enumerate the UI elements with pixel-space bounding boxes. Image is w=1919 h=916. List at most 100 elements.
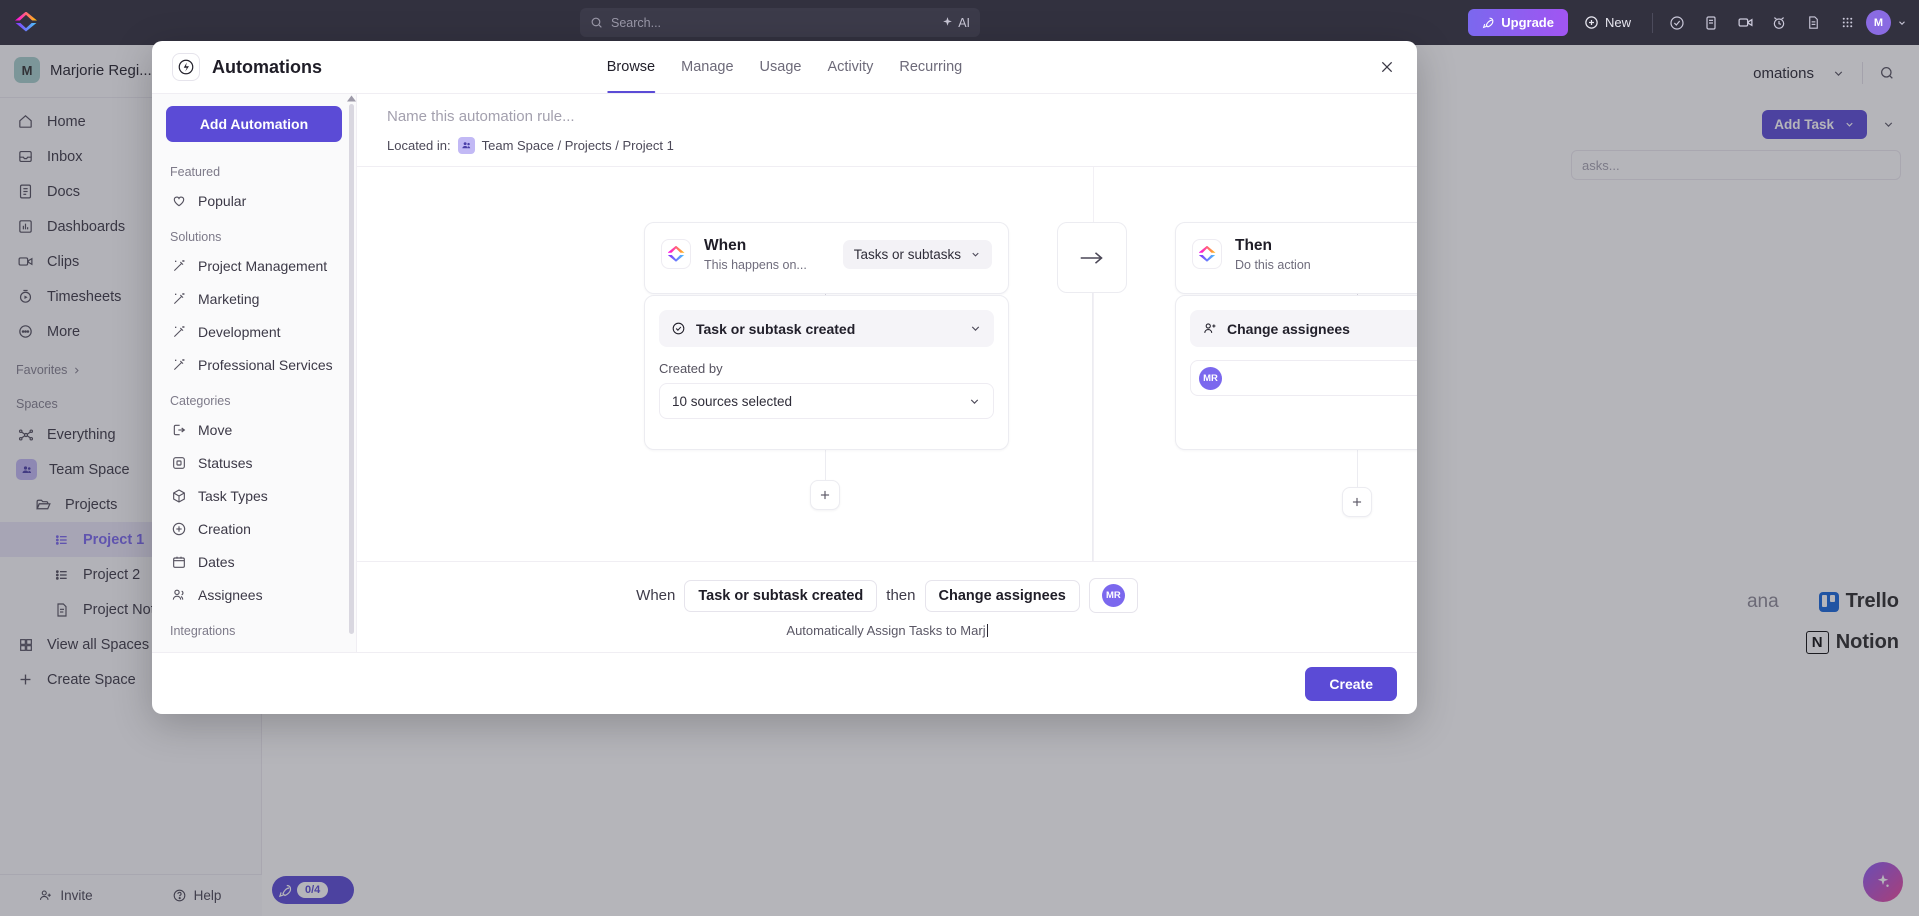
nav-item-task-types[interactable]: Task Types <box>152 479 356 512</box>
when-scope-label: Tasks or subtasks <box>853 246 961 262</box>
check-circle-icon[interactable] <box>1662 8 1692 38</box>
rule-location: Located in: Team Space / Projects / Proj… <box>387 137 1397 154</box>
rule-description-input[interactable]: Automatically Assign Tasks to Marj <box>786 623 988 638</box>
magic-wand-icon <box>170 290 187 307</box>
then-action-card[interactable]: Then Do this action <box>1175 222 1417 294</box>
bugsnag-icon <box>170 651 187 652</box>
add-action-button[interactable] <box>1342 487 1372 517</box>
assignee-select[interactable]: MR <box>1190 360 1417 396</box>
summary-action-chip[interactable]: Change assignees <box>924 579 1080 612</box>
upgrade-label: Upgrade <box>1501 15 1554 30</box>
nav-item-professional-services[interactable]: Professional Services <box>152 348 356 381</box>
add-condition-button[interactable] <box>810 480 840 510</box>
summary-assignee-chip[interactable]: MR <box>1088 578 1138 613</box>
tab-manage[interactable]: Manage <box>681 41 733 93</box>
when-trigger-card[interactable]: When This happens on... Tasks or subtask… <box>644 222 1009 294</box>
close-icon[interactable] <box>1375 55 1399 79</box>
rule-header: Name this automation rule... Located in:… <box>357 94 1417 167</box>
tab-activity[interactable]: Activity <box>827 41 873 93</box>
rocket-icon <box>1482 16 1495 29</box>
person-add-icon <box>1202 321 1217 336</box>
summary-then-word: then <box>886 587 916 604</box>
avatar: MR <box>1101 584 1125 607</box>
nav-item-label: Project Management <box>198 257 328 274</box>
summary-row: When Task or subtask created then Change… <box>636 578 1138 613</box>
nav-item-label: Statuses <box>198 454 253 471</box>
ai-button[interactable]: AI <box>941 16 970 30</box>
scroll-up-arrow-icon[interactable] <box>347 95 356 104</box>
nav-item-assignees[interactable]: Assignees <box>152 578 356 611</box>
nav-item-label: Creation <box>198 520 251 537</box>
summary-when-word: When <box>636 587 676 604</box>
nav-item-statuses[interactable]: Statuses <box>152 446 356 479</box>
tab-recurring[interactable]: Recurring <box>899 41 962 93</box>
trigger-select[interactable]: Task or subtask created <box>659 310 994 347</box>
nav-item-move[interactable]: Move <box>152 413 356 446</box>
ai-label: AI <box>958 15 970 30</box>
clickup-icon <box>1192 239 1222 270</box>
nav-item-popular[interactable]: Popular <box>152 184 356 217</box>
sparkle-icon <box>941 16 954 29</box>
calendar-icon <box>170 553 187 570</box>
trigger-label: Task or subtask created <box>696 320 856 337</box>
nav-item-marketing[interactable]: Marketing <box>152 282 356 315</box>
automation-canvas: When This happens on... Tasks or subtask… <box>357 167 1417 561</box>
rule-name-input[interactable]: Name this automation rule... <box>387 108 1397 125</box>
app-root: Search... AI Upgrade New M M Marjorie Re… <box>0 0 1919 916</box>
located-in-path[interactable]: Team Space / Projects / Project 1 <box>482 138 674 153</box>
nav-item-dates[interactable]: Dates <box>152 545 356 578</box>
add-automation-button[interactable]: Add Automation <box>166 106 342 142</box>
tab-browse[interactable]: Browse <box>606 41 656 93</box>
automation-editor: Name this automation rule... Located in:… <box>357 94 1417 652</box>
modal-header: Automations Browse Manage Usage Activity… <box>152 41 1417 93</box>
section-solutions: Solutions <box>170 230 222 244</box>
top-navbar: Search... AI Upgrade New M <box>0 0 1919 45</box>
move-icon <box>170 421 187 438</box>
check-circle-icon <box>671 321 686 336</box>
when-condition-card: Task or subtask created Created by 10 so… <box>644 295 1009 450</box>
new-button[interactable]: New <box>1572 9 1643 36</box>
summary-trigger-chip[interactable]: Task or subtask created <box>684 579 878 612</box>
chevron-down-icon <box>969 322 982 335</box>
nav-item-label: Marketing <box>198 290 260 307</box>
grid-apps-icon[interactable] <box>1832 8 1862 38</box>
section-categories: Categories <box>170 394 231 408</box>
video-icon[interactable] <box>1730 8 1760 38</box>
located-in-label: Located in: <box>387 138 451 153</box>
sidebar-scrollbar[interactable] <box>347 95 356 634</box>
nav-item-creation[interactable]: Creation <box>152 512 356 545</box>
heart-icon <box>170 192 187 209</box>
document-icon[interactable] <box>1798 8 1828 38</box>
created-by-select[interactable]: 10 sources selected <box>659 383 994 419</box>
arrow-right-icon <box>1057 222 1127 293</box>
nav-item-bugsnag[interactable]: Bugsnag <box>152 643 356 653</box>
divider <box>1652 12 1653 33</box>
nav-item-project-management[interactable]: Project Management <box>152 249 356 282</box>
magic-wand-icon <box>170 257 187 274</box>
alarm-icon[interactable] <box>1764 8 1794 38</box>
chevron-down-icon[interactable] <box>1895 8 1909 38</box>
nav-item-label: Professional Services <box>198 356 333 373</box>
clickup-icon <box>661 239 691 270</box>
statuses-icon <box>170 454 187 471</box>
global-search-input[interactable]: Search... AI <box>580 8 980 37</box>
topbar-actions: Upgrade New M <box>1468 0 1909 45</box>
magic-wand-icon <box>170 323 187 340</box>
action-select[interactable]: Change assignees <box>1190 310 1417 347</box>
nav-item-label: Task Types <box>198 487 268 504</box>
tab-usage[interactable]: Usage <box>760 41 802 93</box>
plus-circle-icon <box>170 520 187 537</box>
user-avatar[interactable]: M <box>1866 10 1891 35</box>
cube-icon <box>170 487 187 504</box>
create-button[interactable]: Create <box>1305 666 1397 701</box>
rule-description-text: Automatically Assign Tasks to Marj <box>786 623 986 638</box>
upgrade-button[interactable]: Upgrade <box>1468 9 1568 36</box>
clickup-logo-icon[interactable] <box>0 11 52 34</box>
advanced-link[interactable]: Advanced <box>1190 408 1417 422</box>
avatar: MR <box>1199 366 1222 390</box>
nav-item-development[interactable]: Development <box>152 315 356 348</box>
clipboard-icon[interactable] <box>1696 8 1726 38</box>
when-scope-select[interactable]: Tasks or subtasks <box>842 239 992 269</box>
assignees-icon <box>170 586 187 603</box>
then-config-card: Change assignees MR Advanced <box>1175 295 1417 450</box>
